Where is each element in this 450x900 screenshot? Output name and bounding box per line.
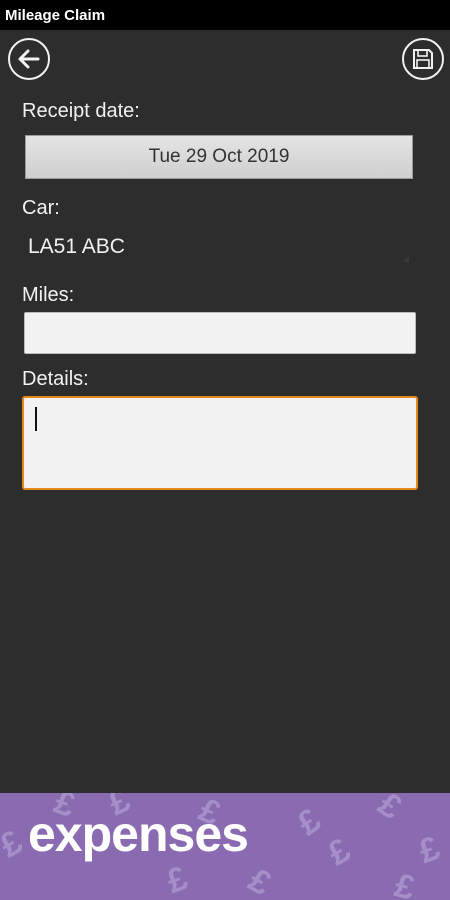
miles-input[interactable] [24,312,416,354]
pound-watermark-icon: £ [290,801,328,844]
text-cursor [35,407,37,431]
mileage-claim-screen: Mileage Claim Receipt date: Tue 29 Oct 2… [0,0,450,900]
car-spinner[interactable]: LA51 ABC [28,235,125,259]
miles-label: Miles: [22,284,75,306]
car-value: LA51 ABC [28,235,125,258]
back-button[interactable] [8,38,50,80]
car-label: Car: [22,197,60,219]
save-icon [413,49,433,69]
expenses-banner[interactable]: £ £ £ £ £ £ £ £ £ £ £ expenses [0,793,450,900]
pound-watermark-icon: £ [0,822,29,866]
pound-watermark-icon: £ [321,830,357,874]
pound-watermark-icon: £ [390,866,419,900]
title-bar-text: Mileage Claim [5,7,106,24]
pound-watermark-icon: £ [413,828,445,872]
details-label: Details: [22,368,89,390]
spinner-arrow-icon [403,256,409,262]
banner-logo-text: expenses [28,806,249,862]
pound-watermark-icon: £ [161,858,193,900]
receipt-date-value: Tue 29 Oct 2019 [148,146,290,167]
pound-watermark-icon: £ [371,793,409,828]
arrow-left-icon [18,49,40,69]
save-button[interactable] [402,38,444,80]
receipt-date-label: Receipt date: [22,100,140,122]
title-bar: Mileage Claim [0,0,450,30]
receipt-date-button[interactable]: Tue 29 Oct 2019 [25,135,413,179]
pound-watermark-icon: £ [242,860,278,900]
details-input[interactable] [22,396,418,490]
